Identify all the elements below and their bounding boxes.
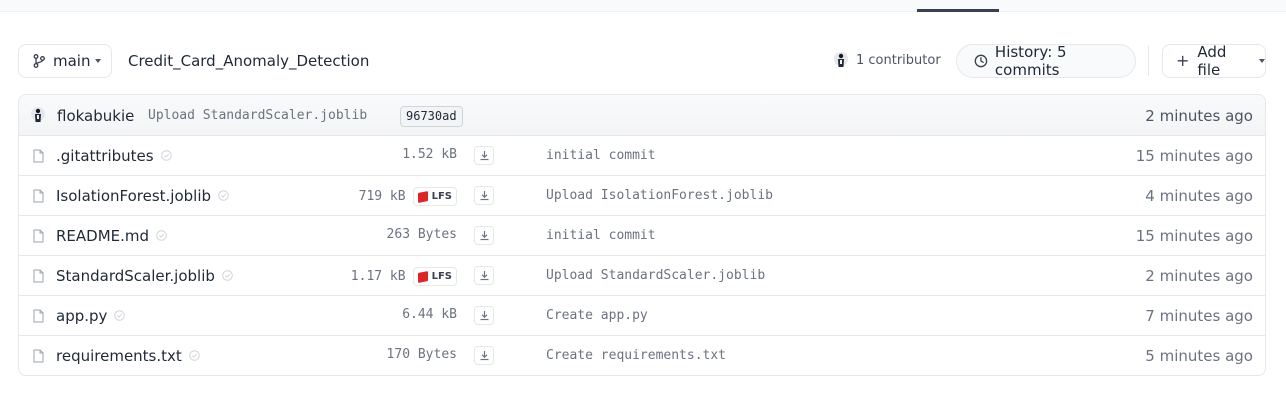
file-row: app.py 6.44 kB Create app.py 7 minutes ago bbox=[19, 296, 1265, 336]
repo-path: Credit_Card_Anomaly_Detection bbox=[128, 52, 370, 70]
lfs-label: LFS bbox=[431, 271, 452, 282]
commit-author[interactable]: flokabukie bbox=[57, 107, 134, 125]
contributors-label: 1 contributor bbox=[856, 52, 941, 68]
active-tab-indicator bbox=[917, 9, 999, 12]
file-commit-message[interactable]: Upload StandardScaler.joblib bbox=[546, 268, 765, 283]
download-button[interactable] bbox=[474, 146, 494, 165]
repo-toolbar: main Credit_Card_Anomaly_Detection 1 con… bbox=[0, 43, 1286, 79]
file-row: StandardScaler.joblib 1.17 kB LFS Upload St… bbox=[19, 256, 1265, 296]
download-button[interactable] bbox=[474, 266, 494, 285]
file-name[interactable]: IsolationForest.joblib bbox=[56, 187, 211, 205]
lfs-cube-icon bbox=[417, 190, 428, 203]
file-name-link[interactable]: requirements.txt bbox=[56, 347, 200, 365]
commit-hash[interactable]: 96730ad bbox=[400, 106, 463, 127]
shield-check-icon[interactable] bbox=[188, 347, 200, 365]
file-size-group: 1.17 kB LFS bbox=[351, 267, 457, 286]
file-size: 170 Bytes bbox=[386, 347, 457, 362]
chevron-down-icon bbox=[1259, 59, 1265, 63]
shield-check-icon[interactable] bbox=[218, 187, 229, 205]
file-name[interactable]: StandardScaler.joblib bbox=[56, 267, 215, 285]
file-commit-message[interactable]: Create requirements.txt bbox=[546, 348, 726, 363]
file-size: 719 kB bbox=[358, 189, 406, 204]
file-icon bbox=[33, 348, 44, 367]
file-size-group: 6.44 kB bbox=[402, 307, 457, 322]
avatar bbox=[834, 52, 848, 67]
file-table: flokabukie Upload StandardScaler.joblib … bbox=[18, 94, 1266, 376]
download-button[interactable] bbox=[474, 306, 494, 325]
commit-time: 2 minutes ago bbox=[1145, 107, 1253, 125]
file-commit-time: 15 minutes ago bbox=[1135, 147, 1253, 165]
file-commit-message[interactable]: initial commit bbox=[546, 228, 656, 243]
file-name-link[interactable]: README.md bbox=[56, 227, 167, 245]
shield-check-icon[interactable] bbox=[156, 227, 167, 245]
lfs-label: LFS bbox=[431, 191, 452, 202]
shield-check-icon[interactable] bbox=[222, 267, 233, 285]
branch-name: main bbox=[53, 52, 91, 70]
download-icon bbox=[479, 310, 490, 321]
file-row: IsolationForest.joblib 719 kB LFS Upload Is… bbox=[19, 176, 1265, 216]
file-name[interactable]: requirements.txt bbox=[56, 347, 182, 365]
file-size-group: 263 Bytes bbox=[387, 227, 457, 242]
file-name-link[interactable]: IsolationForest.joblib bbox=[56, 187, 229, 205]
file-size-group: 719 kB LFS bbox=[359, 187, 457, 206]
file-commit-time: 2 minutes ago bbox=[1145, 267, 1253, 285]
file-icon bbox=[33, 308, 44, 327]
file-commit-time: 4 minutes ago bbox=[1145, 187, 1253, 205]
file-name[interactable]: .gitattributes bbox=[56, 147, 154, 165]
file-icon bbox=[33, 268, 44, 287]
file-size-group: 1.52 kB bbox=[402, 147, 457, 162]
clock-icon bbox=[974, 54, 988, 68]
file-commit-time: 5 minutes ago bbox=[1145, 347, 1253, 365]
lfs-badge: LFS bbox=[412, 187, 457, 206]
add-file-label: Add file bbox=[1197, 43, 1227, 79]
download-button[interactable] bbox=[474, 186, 494, 205]
download-icon bbox=[479, 270, 490, 281]
download-button[interactable] bbox=[474, 226, 494, 245]
file-size: 263 Bytes bbox=[386, 227, 457, 242]
file-commit-time: 7 minutes ago bbox=[1145, 307, 1253, 325]
file-size: 6.44 kB bbox=[402, 307, 457, 322]
download-icon bbox=[479, 230, 490, 241]
download-button[interactable] bbox=[474, 346, 494, 365]
file-row: .gitattributes 1.52 kB initial commit 15 mi… bbox=[19, 136, 1265, 176]
toolbar-divider bbox=[1148, 46, 1149, 76]
file-name-link[interactable]: .gitattributes bbox=[56, 147, 172, 165]
file-size: 1.52 kB bbox=[402, 147, 457, 162]
lfs-cube-icon bbox=[417, 270, 428, 283]
top-nav-bar bbox=[0, 0, 1286, 12]
contributors-link[interactable]: 1 contributor bbox=[834, 52, 941, 68]
avatar[interactable] bbox=[31, 107, 45, 123]
file-row: requirements.txt 170 Bytes Create requirem… bbox=[19, 336, 1265, 375]
file-commit-message[interactable]: Upload IsolationForest.joblib bbox=[546, 188, 773, 203]
file-icon bbox=[33, 228, 44, 247]
file-name-link[interactable]: app.py bbox=[56, 307, 126, 325]
file-icon bbox=[33, 148, 44, 167]
download-icon bbox=[479, 150, 490, 161]
file-name-link[interactable]: StandardScaler.joblib bbox=[56, 267, 233, 285]
file-commit-message[interactable]: initial commit bbox=[546, 148, 656, 163]
file-icon bbox=[33, 188, 44, 207]
download-icon bbox=[479, 190, 490, 201]
plus-icon: + bbox=[1176, 51, 1190, 70]
history-button[interactable]: History: 5 commits bbox=[956, 43, 1136, 79]
shield-check-icon[interactable] bbox=[160, 147, 172, 165]
chevron-down-icon bbox=[95, 59, 102, 63]
file-commit-time: 15 minutes ago bbox=[1135, 227, 1253, 245]
add-file-button[interactable]: + Add file bbox=[1162, 43, 1266, 79]
file-name[interactable]: app.py bbox=[56, 307, 107, 325]
last-commit-header: flokabukie Upload StandardScaler.joblib … bbox=[19, 95, 1265, 136]
download-icon bbox=[479, 350, 490, 361]
branch-selector-button[interactable]: main bbox=[18, 44, 112, 78]
file-size-group: 170 Bytes bbox=[387, 347, 457, 362]
git-branch-icon bbox=[33, 54, 45, 68]
lfs-badge: LFS bbox=[412, 267, 457, 286]
file-commit-message[interactable]: Create app.py bbox=[546, 308, 648, 323]
file-name[interactable]: README.md bbox=[56, 227, 149, 245]
history-label: History: 5 commits bbox=[994, 43, 1067, 79]
file-size: 1.17 kB bbox=[350, 269, 406, 284]
shield-check-icon[interactable] bbox=[114, 307, 126, 325]
commit-message[interactable]: Upload StandardScaler.joblib bbox=[148, 108, 367, 123]
file-row: README.md 263 Bytes initial commit 15 minut… bbox=[19, 216, 1265, 256]
